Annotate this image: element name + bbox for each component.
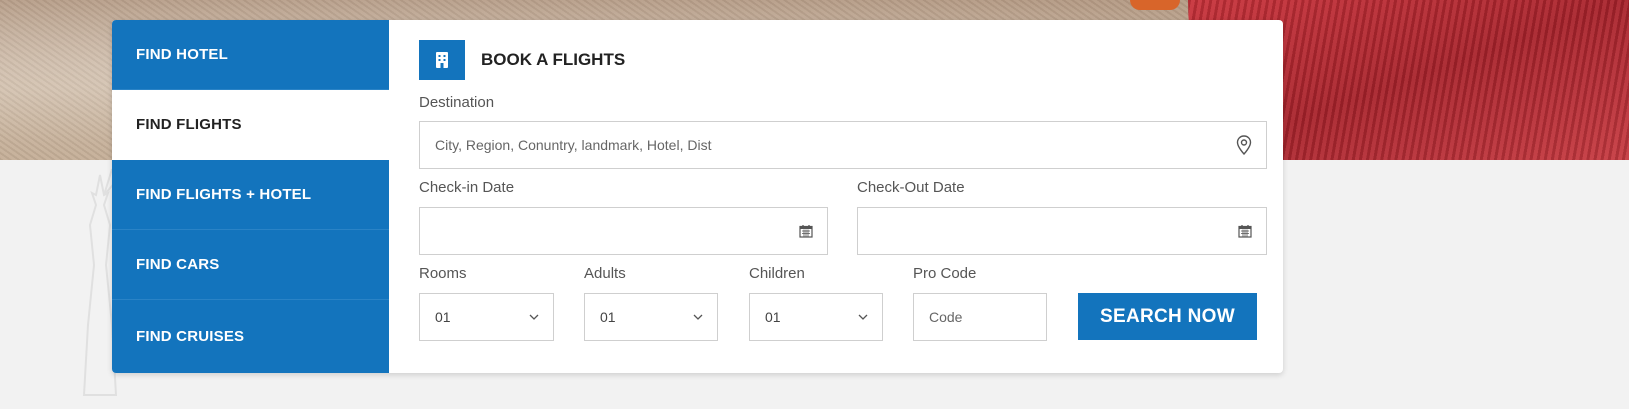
adults-value: 01 [600,309,616,325]
adults-select[interactable]: 01 [584,293,718,341]
tab-find-flights[interactable]: FIND FLIGHTS [112,90,389,160]
flight-booking-form: BOOK A FLIGHTS Destination Check-in Date [389,20,1283,373]
checkin-label: Check-in Date [419,179,515,196]
destination-field[interactable] [419,121,1267,169]
chevron-down-icon [858,314,868,320]
chevron-down-icon [529,314,539,320]
promo-code-field[interactable] [913,293,1047,341]
calendar-icon[interactable] [1238,224,1252,238]
search-type-tabs: FIND HOTEL FIND FLIGHTS FIND FLIGHTS + H… [112,20,389,373]
tab-label: FIND CRUISES [136,328,245,345]
form-title: BOOK A FLIGHTS [481,50,626,69]
promo-code-input[interactable] [929,309,1031,325]
tab-label: FIND CARS [136,256,220,273]
rooms-select[interactable]: 01 [419,293,554,341]
destination-input[interactable] [435,137,1251,153]
checkin-date-field[interactable] [419,207,828,255]
destination-label: Destination [419,94,495,111]
rooms-value: 01 [435,309,451,325]
children-value: 01 [765,309,781,325]
calendar-icon[interactable] [799,224,813,238]
promo-code-label: Pro Code [913,265,977,282]
hero-decoration [1130,0,1180,10]
adults-label: Adults [584,265,626,282]
checkout-label: Check-Out Date [857,179,965,196]
tab-label: FIND FLIGHTS [136,116,242,133]
map-pin-icon [1236,135,1252,155]
tab-find-cruises[interactable]: FIND CRUISES [112,300,389,373]
tab-find-cars[interactable]: FIND CARS [112,230,389,300]
tab-label: FIND HOTEL [136,46,228,63]
tab-find-hotel[interactable]: FIND HOTEL [112,20,389,90]
tab-find-flights-hotel[interactable]: FIND FLIGHTS + HOTEL [112,160,389,230]
children-select[interactable]: 01 [749,293,883,341]
form-header: BOOK A FLIGHTS [419,40,1268,80]
booking-widget: FIND HOTEL FIND FLIGHTS FIND FLIGHTS + H… [112,20,1283,373]
tab-label: FIND FLIGHTS + HOTEL [136,186,312,203]
search-now-button[interactable]: SEARCH NOW [1078,293,1257,340]
building-icon [419,40,465,80]
rooms-label: Rooms [419,265,467,282]
chevron-down-icon [693,314,703,320]
children-label: Children [749,265,805,282]
checkout-date-field[interactable] [857,207,1267,255]
